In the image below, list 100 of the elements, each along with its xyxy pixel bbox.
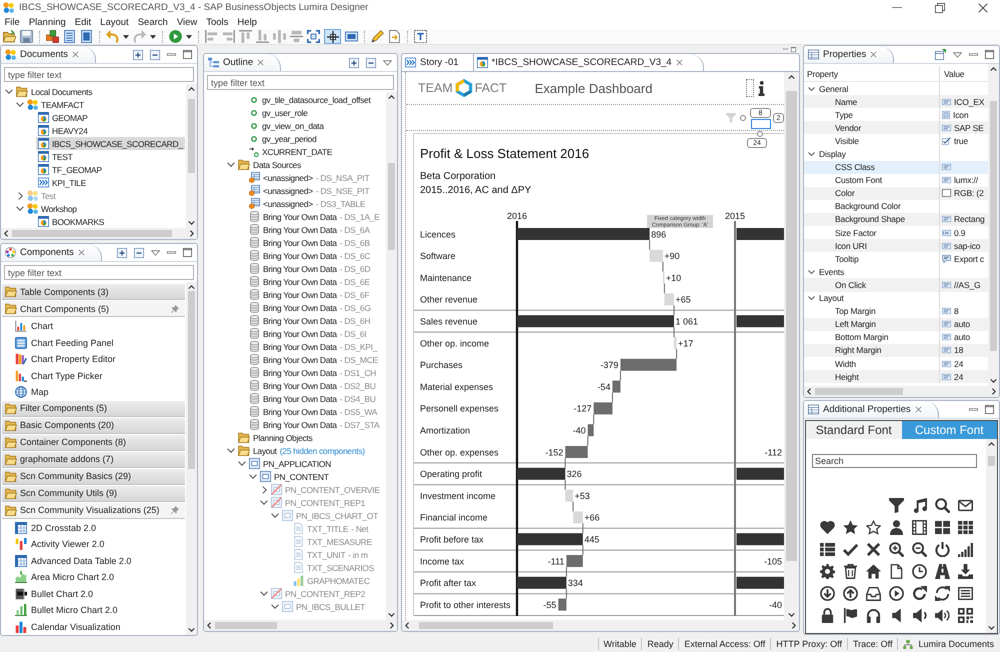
chevron-down-icon[interactable]: [249, 474, 257, 479]
tree-item[interactable]: Bring Your Own Data - DS_6I: [247, 327, 368, 340]
down-arrow-circle-icon[interactable]: [820, 586, 835, 600]
check-icon[interactable]: [843, 542, 858, 556]
scrollbar-thumb[interactable]: [815, 388, 903, 395]
caret-down-icon[interactable]: [188, 221, 195, 225]
scrollbar-thumb[interactable]: [215, 622, 277, 629]
tree-item[interactable]: Bring Your Own Data - DS_KPI_: [247, 340, 380, 353]
person-icon[interactable]: [889, 520, 904, 534]
chevron-down-icon[interactable]: [5, 89, 13, 94]
filter-field[interactable]: type filter text: [207, 75, 394, 90]
framed-page-icon[interactable]: [80, 30, 93, 43]
chevron-down-icon[interactable]: [808, 86, 815, 91]
list-icon[interactable]: [820, 542, 835, 556]
category-header[interactable]: Basic Components (20): [2, 418, 185, 434]
tree-item[interactable]: <unassigned> - DS_NSE_PIT: [247, 184, 372, 197]
tree-item[interactable]: Bring Your Own Data - DS_6A: [247, 223, 372, 236]
filter-field[interactable]: type filter text: [4, 67, 194, 82]
chevron-down-icon[interactable]: [16, 206, 24, 211]
clock-icon[interactable]: [912, 564, 927, 578]
caret-right-icon[interactable]: [792, 622, 796, 629]
align-bottom-icon[interactable]: [256, 30, 269, 43]
page-arrow-icon[interactable]: [388, 30, 401, 43]
editor-tab[interactable]: Story -01: [402, 54, 469, 71]
vertical-scrollbar[interactable]: [986, 439, 997, 633]
tree-item[interactable]: Bring Your Own Data - DS2_BU: [247, 379, 378, 392]
save-icon[interactable]: [20, 30, 33, 43]
property-row[interactable]: Right Margin 18: [804, 344, 988, 357]
category-header[interactable]: Scn Community Visualizations (25): [2, 502, 185, 518]
menu-item[interactable]: Help: [232, 16, 262, 28]
tree-item[interactable]: <unassigned> - DS3_TABLE: [247, 197, 368, 210]
tree-item[interactable]: gv_view_on_data: [247, 119, 326, 132]
envelope-icon[interactable]: [958, 498, 973, 512]
property-row[interactable]: Color RGB: (2: [804, 186, 988, 200]
filter-field[interactable]: type filter text: [4, 265, 194, 280]
tree-item[interactable]: PN_CONTENT: [258, 470, 331, 483]
property-row[interactable]: Left Margin auto: [804, 318, 988, 331]
maximize-icon[interactable]: [985, 50, 994, 59]
home-icon[interactable]: [866, 564, 881, 578]
power-icon[interactable]: [935, 542, 950, 556]
tree-item[interactable]: XCURRENT_DATE: [247, 145, 334, 158]
minus-box-icon[interactable]: [134, 248, 144, 258]
speaker-icon[interactable]: [889, 608, 904, 622]
tree-item[interactable]: Bring Your Own Data - DS1_CH: [247, 366, 378, 379]
caret-down-icon[interactable]: [388, 613, 395, 617]
editor-tab[interactable]: *IBCS_SHOWCASE_SCORECARD_V3_4: [472, 54, 704, 71]
component-item[interactable]: Advanced Data Table 2.0: [2, 552, 185, 569]
caret-right-icon[interactable]: [992, 388, 996, 395]
tree-item[interactable]: gv_tile_datasource_load_offset: [247, 93, 373, 106]
minimize-icon[interactable]: [969, 408, 978, 411]
category-header[interactable]: Filter Components (5): [2, 400, 185, 416]
property-row[interactable]: Icon URI sap-ico: [804, 239, 988, 252]
tree-item[interactable]: Bring Your Own Data - DS_6F: [247, 288, 372, 301]
menu-item[interactable]: Tools: [202, 16, 233, 28]
category-header[interactable]: Container Components (8): [2, 434, 185, 450]
blocks-icon[interactable]: [46, 30, 59, 43]
tree-item[interactable]: Data Sources: [236, 158, 303, 171]
tree-item[interactable]: GEOMAP: [36, 111, 90, 124]
caret-up-icon[interactable]: [188, 87, 195, 91]
volume-down-icon[interactable]: [912, 608, 927, 622]
chevron-down-icon[interactable]: [238, 461, 246, 466]
tree-item[interactable]: TEST: [36, 150, 75, 163]
caret-up-icon[interactable]: [188, 285, 195, 289]
lined-page-icon[interactable]: [63, 30, 76, 43]
tree-item[interactable]: TEAMFACT: [25, 98, 86, 111]
caret-up-icon[interactable]: [988, 442, 995, 446]
minimize-icon[interactable]: [167, 251, 176, 254]
scrollbar-thumb[interactable]: [419, 622, 553, 629]
play-circle-icon[interactable]: [889, 586, 904, 600]
chevron-down-icon[interactable]: [808, 296, 815, 300]
triangle-down-icon[interactable]: [151, 250, 160, 256]
road-icon[interactable]: [935, 564, 950, 578]
menu-item[interactable]: Search: [133, 16, 172, 28]
component-item[interactable]: Area Micro Chart 2.0: [2, 569, 185, 586]
vertical-scrollbar[interactable]: [186, 84, 197, 228]
property-row[interactable]: Height 24: [804, 370, 988, 384]
caret-up-icon[interactable]: [388, 95, 395, 99]
chevron-down-icon[interactable]: [808, 270, 815, 274]
toggle-button[interactable]: [324, 29, 341, 44]
component-item[interactable]: Bullet Chart 2.0: [2, 586, 185, 602]
category-header[interactable]: Scn Community Basics (29): [2, 468, 185, 484]
tree-item[interactable]: TF_GEOMAP: [36, 163, 104, 176]
text-frame-icon[interactable]: [414, 30, 427, 43]
align-right-icon[interactable]: [222, 30, 235, 43]
tree-item[interactable]: PN_APPLICATION: [247, 457, 333, 470]
search-field[interactable]: Search: [812, 454, 977, 468]
play-icon[interactable]: [169, 30, 182, 43]
tree-item[interactable]: Local Documents: [14, 85, 94, 98]
property-row[interactable]: CSS Class: [804, 160, 988, 174]
tree-item[interactable]: Bring Your Own Data - DS_6D: [247, 262, 372, 275]
category-header[interactable]: Scn Community Utils (9): [2, 486, 185, 502]
lock-icon[interactable]: [820, 608, 835, 622]
caret-down-icon[interactable]: [123, 34, 129, 38]
panel-tab[interactable]: Outline: [204, 54, 282, 71]
tree-item[interactable]: Bring Your Own Data - DS_6E: [247, 275, 372, 288]
minus-box-icon[interactable]: [366, 58, 376, 68]
fit-frame-icon[interactable]: [307, 30, 320, 43]
film-icon[interactable]: [912, 520, 927, 534]
qr-code-icon[interactable]: [958, 608, 973, 622]
font-tab[interactable]: Standard Font: [806, 421, 902, 439]
